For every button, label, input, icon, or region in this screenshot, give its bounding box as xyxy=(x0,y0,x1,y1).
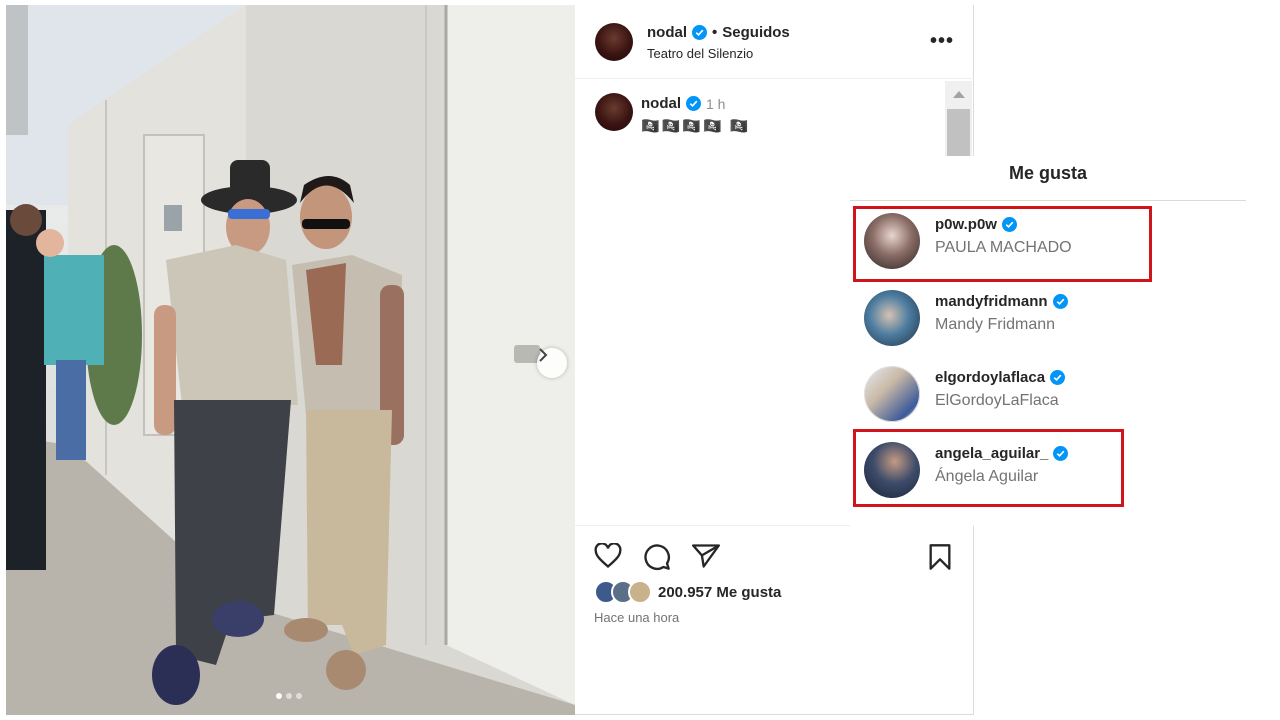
carousel-next-button[interactable] xyxy=(537,348,567,378)
username-link[interactable]: nodal xyxy=(647,24,687,41)
comment-icon[interactable] xyxy=(643,543,671,571)
carousel-dot-active xyxy=(276,693,282,699)
liker-avatar xyxy=(628,580,652,604)
like-user-row[interactable]: elgordoylaflaca ElGordoyLaFlaca xyxy=(850,359,1246,429)
like-username: mandyfridmann xyxy=(935,293,1068,310)
carousel-dot xyxy=(286,693,292,699)
avatar[interactable] xyxy=(864,366,920,422)
avatar[interactable] xyxy=(864,290,920,346)
post-timestamp: Hace una hora xyxy=(594,610,680,625)
photo-illustration xyxy=(6,5,575,715)
caption-text: 🏴‍☠️🏴‍☠️🏴‍☠️🏴‍☠️ 🏴‍☠️ xyxy=(641,118,751,135)
verified-badge-icon xyxy=(692,25,707,40)
likes-count[interactable]: 200.957 Me gusta xyxy=(658,584,781,601)
scroll-up-icon[interactable] xyxy=(953,91,965,98)
scrollbar[interactable] xyxy=(945,81,972,161)
bookmark-icon[interactable] xyxy=(928,543,952,571)
header-user: nodal • Seguidos xyxy=(647,24,790,41)
like-username: elgordoylaflaca xyxy=(935,369,1066,386)
username-link[interactable]: mandyfridmann xyxy=(935,293,1048,310)
more-icon[interactable]: ••• xyxy=(930,30,954,53)
post-photo xyxy=(6,5,575,715)
carousel-dot xyxy=(296,693,302,699)
post-actions: 200.957 Me gusta Hace una hora xyxy=(575,525,974,716)
like-full-name: Mandy Fridmann xyxy=(935,316,1056,333)
avatar[interactable] xyxy=(595,23,633,61)
location-link[interactable]: Teatro del Silenzio xyxy=(647,46,753,61)
post-header: nodal • Seguidos Teatro del Silenzio ••• xyxy=(575,5,974,79)
separator: • xyxy=(712,24,718,41)
follow-status-button[interactable]: Seguidos xyxy=(722,24,790,41)
scroll-thumb[interactable] xyxy=(947,109,970,161)
share-icon[interactable] xyxy=(692,543,720,569)
verified-badge-icon xyxy=(1052,294,1068,309)
highlight-box xyxy=(853,429,1124,507)
like-user-row[interactable]: mandyfridmann Mandy Fridmann xyxy=(850,283,1246,353)
username-link[interactable]: elgordoylaflaca xyxy=(935,369,1045,386)
chevron-right-icon xyxy=(539,348,548,362)
likes-dialog-title: Me gusta xyxy=(850,156,1246,201)
carousel-dots xyxy=(276,693,302,699)
caption-header: nodal 1 h xyxy=(641,95,725,112)
heart-icon[interactable] xyxy=(594,543,622,569)
caption-time: 1 h xyxy=(706,95,726,112)
caption-avatar[interactable] xyxy=(595,93,633,131)
caption-username[interactable]: nodal xyxy=(641,95,681,112)
likes-summary[interactable]: 200.957 Me gusta xyxy=(594,580,781,604)
verified-badge-icon xyxy=(1050,370,1066,385)
like-full-name: ElGordoyLaFlaca xyxy=(935,392,1059,409)
highlight-box xyxy=(853,206,1152,282)
verified-badge-icon xyxy=(686,96,701,111)
